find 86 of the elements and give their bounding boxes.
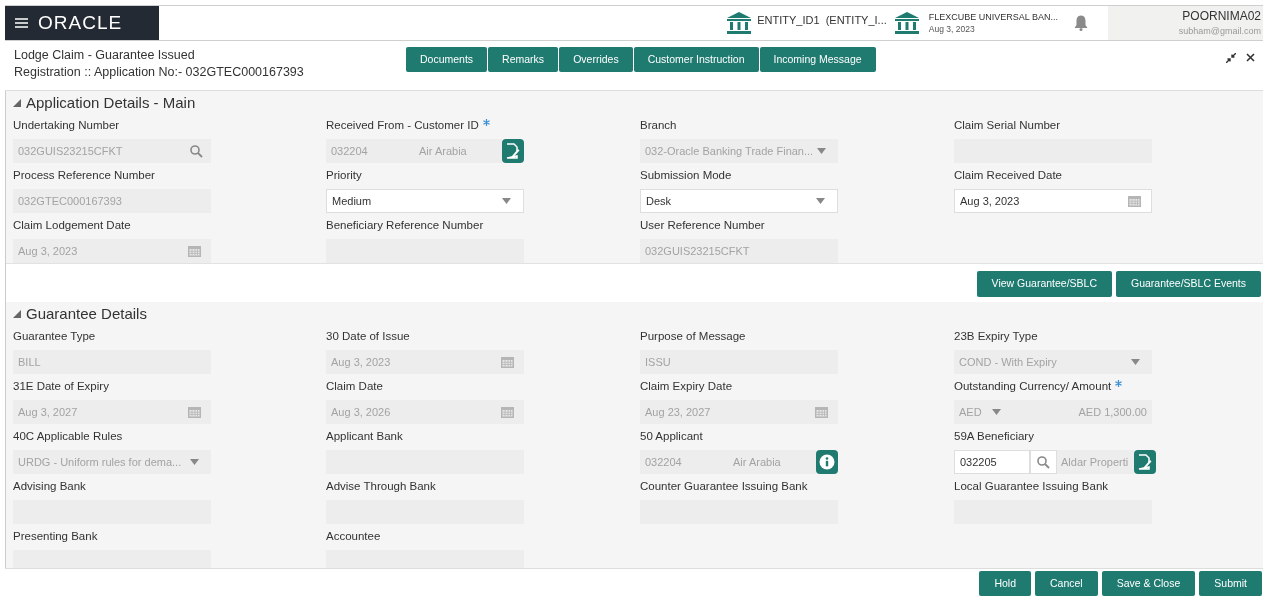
user-name[interactable]: POORNIMA02 bbox=[1182, 7, 1261, 26]
field-label: Priority bbox=[326, 168, 362, 184]
toolbar-button[interactable]: Overrides bbox=[559, 47, 633, 72]
id-field[interactable]: 032205 bbox=[954, 450, 1030, 474]
collapse-triangle-icon[interactable] bbox=[13, 99, 21, 107]
toolbar-button[interactable]: Documents bbox=[406, 47, 488, 72]
bank-name: FLEXCUBE UNIVERSAL BAN... bbox=[928, 11, 1058, 23]
field-label: 23B Expiry Type bbox=[954, 329, 1038, 345]
field-label: Advise Through Bank bbox=[326, 479, 436, 495]
toolbar-button[interactable]: Customer Instruction bbox=[633, 47, 759, 72]
caret-icon bbox=[1131, 359, 1140, 365]
footer-button[interactable]: Submit bbox=[1199, 571, 1262, 596]
calendar-icon bbox=[1128, 195, 1141, 207]
menu-icon[interactable] bbox=[15, 18, 28, 28]
collapse-triangle-icon[interactable] bbox=[13, 310, 21, 318]
page-title: Lodge Claim - Guarantee Issued bbox=[14, 47, 196, 64]
toolbar-button[interactable]: Remarks bbox=[488, 47, 559, 72]
search-icon bbox=[190, 144, 203, 158]
entity-name[interactable]: ENTITY_ID1 (ENTITY_I... bbox=[757, 11, 887, 29]
field-label: Advising Bank bbox=[13, 479, 86, 495]
field-label: Claim Received Date bbox=[954, 168, 1062, 184]
field-label: Accountee bbox=[326, 529, 381, 545]
required-icon bbox=[482, 118, 490, 126]
field-label: Process Reference Number bbox=[13, 168, 155, 184]
bank-icon bbox=[727, 12, 752, 34]
field-label: Counter Guarantee Issuing Bank bbox=[640, 479, 808, 495]
calendar-icon bbox=[188, 406, 201, 418]
field-label: Claim Lodgement Date bbox=[13, 218, 131, 234]
action-button[interactable]: Guarantee/SBLC Events bbox=[1116, 271, 1261, 297]
caret-icon bbox=[502, 198, 511, 204]
calendar-icon bbox=[501, 406, 514, 418]
caret-icon bbox=[991, 409, 1001, 415]
caret-icon bbox=[816, 198, 825, 204]
document-edit-icon bbox=[1138, 454, 1152, 470]
calendar-icon bbox=[815, 406, 828, 418]
field-label: 59A Beneficiary bbox=[954, 429, 1034, 445]
field-label: User Reference Number bbox=[640, 218, 765, 234]
field-label: 30 Date of Issue bbox=[326, 329, 410, 345]
name-field: Aldar Properti bbox=[1057, 450, 1134, 474]
search-button[interactable] bbox=[1030, 450, 1057, 474]
close-icon[interactable] bbox=[1246, 53, 1255, 62]
field-label: 31E Date of Expiry bbox=[13, 379, 109, 395]
bank-icon bbox=[894, 12, 919, 34]
field-label: Claim Date bbox=[326, 379, 383, 395]
field-label: Claim Serial Number bbox=[954, 118, 1061, 134]
caret-icon bbox=[190, 459, 199, 465]
required-icon bbox=[1115, 379, 1123, 387]
footer-button[interactable]: Save & Close bbox=[1101, 571, 1196, 596]
dropdown-field[interactable]: Desk bbox=[640, 189, 838, 213]
footer-button[interactable]: Cancel bbox=[1035, 571, 1098, 596]
edit-document-button[interactable] bbox=[502, 139, 524, 163]
user-email: subham@gmail.com bbox=[1178, 25, 1261, 39]
field-label: Received From - Customer ID bbox=[326, 118, 479, 134]
field-label: Local Guarantee Issuing Bank bbox=[954, 479, 1109, 495]
field-label: Beneficiary Reference Number bbox=[326, 218, 484, 234]
application-number: Registration :: Application No:- 032GTEC000167393 bbox=[14, 64, 305, 81]
date-field[interactable]: Aug 3, 2023 bbox=[954, 189, 1152, 213]
toolbar-button[interactable]: Incoming Message bbox=[759, 47, 876, 72]
field-label: 40C Applicable Rules bbox=[13, 429, 123, 445]
section-title: Application Details - Main bbox=[26, 92, 196, 113]
field-label: Outstanding Currency/ Amount bbox=[954, 379, 1112, 395]
field-label: Undertaking Number bbox=[13, 118, 120, 134]
footer-button[interactable]: Hold bbox=[979, 571, 1031, 596]
calendar-icon bbox=[501, 356, 514, 368]
section-title: Guarantee Details bbox=[26, 303, 147, 324]
field-label: Submission Mode bbox=[640, 168, 732, 184]
info-button[interactable] bbox=[816, 450, 838, 474]
bell-icon[interactable] bbox=[1074, 15, 1088, 31]
field-label: Presenting Bank bbox=[13, 529, 98, 545]
minimize-icon[interactable] bbox=[1226, 53, 1236, 63]
field-label: Purpose of Message bbox=[640, 329, 746, 345]
bank-date: Aug 3, 2023 bbox=[928, 23, 976, 35]
field-label: Claim Expiry Date bbox=[640, 379, 733, 395]
action-button[interactable]: View Guarantee/SBLC bbox=[976, 271, 1112, 297]
search-icon bbox=[1037, 455, 1050, 469]
field-label: Branch bbox=[640, 118, 677, 134]
field-label: Guarantee Type bbox=[13, 329, 96, 345]
document-edit-icon bbox=[506, 143, 520, 159]
field-label: Applicant Bank bbox=[326, 429, 403, 445]
brand-logo: ORACLE bbox=[38, 10, 123, 35]
caret-icon bbox=[817, 148, 826, 154]
calendar-icon bbox=[188, 245, 201, 257]
dropdown-field[interactable]: Medium bbox=[326, 189, 524, 213]
field-label: 50 Applicant bbox=[640, 429, 703, 445]
edit-document-button[interactable] bbox=[1134, 450, 1156, 474]
info-icon bbox=[819, 454, 835, 470]
